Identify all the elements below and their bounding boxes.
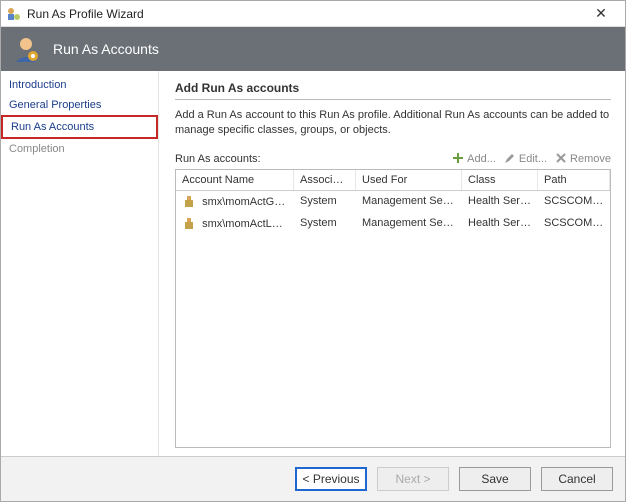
main-panel: Add Run As accounts Add a Run As account… xyxy=(159,71,625,456)
nav-introduction[interactable]: Introduction xyxy=(1,75,158,95)
col-path[interactable]: Path xyxy=(538,170,610,190)
nav-completion: Completion xyxy=(1,139,158,159)
cell-used: Management Server xyxy=(356,213,462,235)
cell-name: smx\momActGMSA$ xyxy=(202,196,294,208)
band-title: Run As Accounts xyxy=(53,41,159,57)
edit-button[interactable]: Edit... xyxy=(504,152,547,167)
close-button[interactable]: ✕ xyxy=(581,5,621,22)
cell-path: SCSCOMBEVM00099.sm xyxy=(538,191,610,213)
account-icon xyxy=(182,217,196,231)
cell-assoc: System xyxy=(294,191,356,213)
cancel-button[interactable]: Cancel xyxy=(541,467,613,491)
previous-button[interactable]: < Previous xyxy=(295,467,367,491)
cell-class: Health Service xyxy=(462,191,538,213)
x-icon xyxy=(555,152,567,167)
section-title: Add Run As accounts xyxy=(175,81,611,100)
wizard-window: Run As Profile Wizard ✕ Run As Accounts … xyxy=(0,0,626,502)
save-button[interactable]: Save xyxy=(459,467,531,491)
cell-class: Health Service xyxy=(462,213,538,235)
account-icon xyxy=(182,195,196,209)
col-used-for[interactable]: Used For xyxy=(356,170,462,190)
cell-path: SCSCOMBEvM00134.sm xyxy=(538,213,610,235)
wizard-sidebar: Introduction General Properties Run As A… xyxy=(1,71,159,456)
accounts-grid[interactable]: Account Name Association Used For Class … xyxy=(175,169,611,448)
col-association[interactable]: Association xyxy=(294,170,356,190)
col-class[interactable]: Class xyxy=(462,170,538,190)
col-account-name[interactable]: Account Name xyxy=(176,170,294,190)
footer-buttons: < Previous Next > Save Cancel xyxy=(1,456,625,501)
pencil-icon xyxy=(504,152,516,167)
section-description: Add a Run As account to this Run As prof… xyxy=(175,108,611,138)
app-icon xyxy=(5,6,21,22)
nav-run-as-accounts[interactable]: Run As Accounts xyxy=(1,115,158,139)
table-row[interactable]: smx\momActLowG System Management Server … xyxy=(176,213,610,235)
plus-icon xyxy=(452,152,464,167)
add-button[interactable]: Add... xyxy=(452,152,496,167)
nav-general-properties[interactable]: General Properties xyxy=(1,95,158,115)
user-avatar-icon xyxy=(11,34,41,64)
remove-button[interactable]: Remove xyxy=(555,152,611,167)
grid-header: Account Name Association Used For Class … xyxy=(176,170,610,191)
header-band: Run As Accounts xyxy=(1,27,625,71)
table-row[interactable]: smx\momActGMSA$ System Management Server… xyxy=(176,191,610,213)
cell-assoc: System xyxy=(294,213,356,235)
accounts-label: Run As accounts: xyxy=(175,153,444,165)
cell-name: smx\momActLowG xyxy=(202,218,294,230)
cell-used: Management Server xyxy=(356,191,462,213)
window-title: Run As Profile Wizard xyxy=(27,7,581,21)
next-button: Next > xyxy=(377,467,449,491)
title-bar: Run As Profile Wizard ✕ xyxy=(1,1,625,27)
